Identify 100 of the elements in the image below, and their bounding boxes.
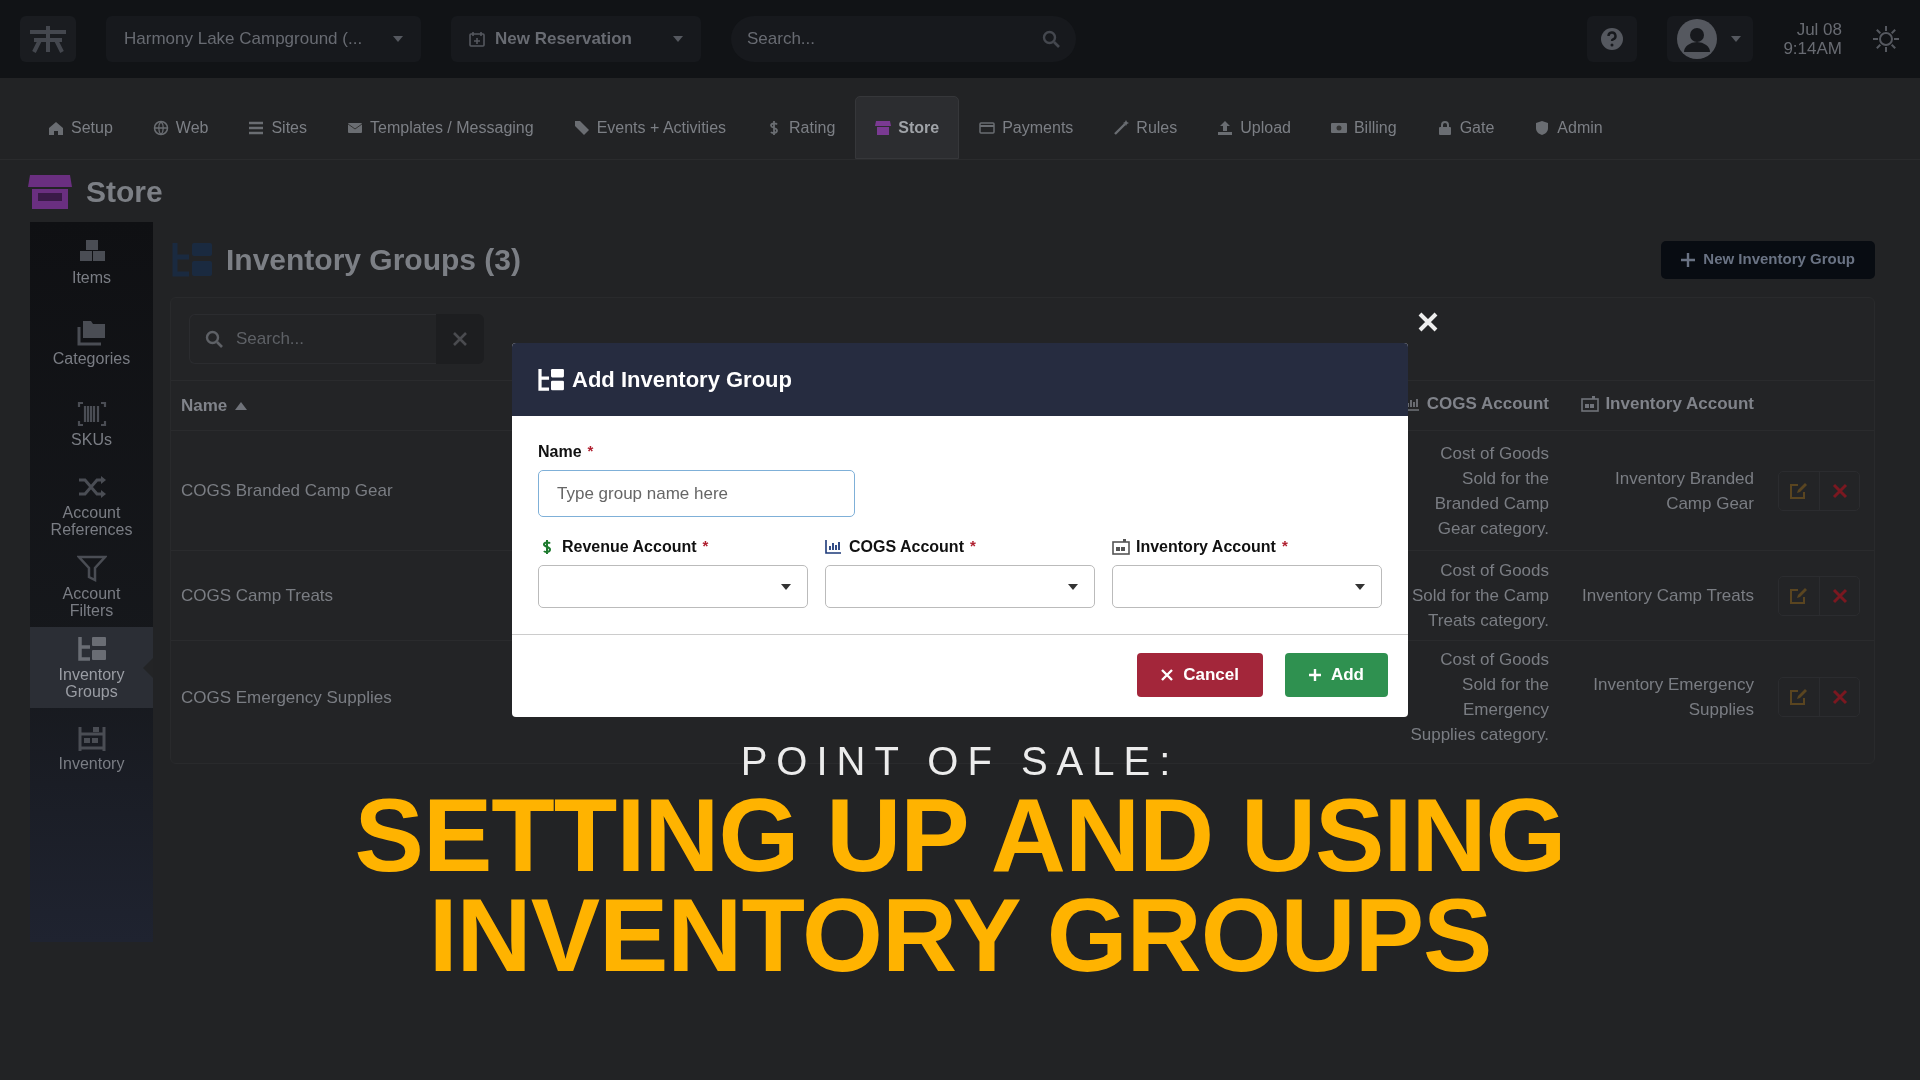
section-title: Inventory Groups (3) [226, 242, 522, 278]
delete-icon [1831, 482, 1848, 499]
tab[interactable]: Web [132, 96, 229, 159]
shield-icon [1534, 119, 1551, 136]
table-cell-text: Cost of Goods Sold for the Branded Camp Gear category. [1433, 442, 1549, 540]
add-button[interactable]: Add [1284, 653, 1388, 697]
search-icon [205, 330, 223, 348]
close-icon [1416, 310, 1440, 334]
table-cell: COGS Camp Treats [181, 586, 334, 605]
column-header[interactable]: Name [181, 392, 248, 419]
calendar-icon [469, 31, 485, 47]
upload-icon [1217, 119, 1234, 136]
hierarchy-icon [172, 242, 212, 277]
name-field[interactable]: Type group name here [538, 470, 855, 517]
cancel-button[interactable]: Cancel [1137, 653, 1263, 697]
globe-icon [152, 119, 169, 136]
home-icon [48, 119, 64, 136]
tab[interactable]: Payments [959, 96, 1094, 159]
tab[interactable]: Upload [1197, 96, 1311, 159]
tab[interactable]: Admin [1514, 96, 1623, 159]
table-cell-text: Inventory Branded Camp Gear [1614, 467, 1754, 515]
shelf-icon [76, 724, 107, 753]
sun-icon[interactable] [1872, 25, 1900, 53]
plus-icon [1681, 252, 1696, 267]
table-cell-text: Inventory Emergency Supplies [1592, 674, 1754, 721]
edit-icon [1789, 688, 1809, 706]
help-button[interactable] [1587, 16, 1638, 62]
delete-icon [1831, 587, 1848, 604]
sidebar-item[interactable]: Account Filters [30, 546, 153, 627]
sidebar-item[interactable]: Items [30, 222, 153, 303]
select-field[interactable] [538, 565, 808, 608]
ticket-icon [573, 119, 590, 136]
tab[interactable]: Templates / Messaging [327, 96, 554, 159]
help-icon [1600, 27, 1625, 51]
caret-icon [393, 36, 403, 42]
tab[interactable]: Store [855, 96, 960, 159]
hierarchy-icon [538, 368, 564, 391]
user-menu[interactable] [1667, 16, 1754, 62]
hierarchy-icon [76, 634, 107, 663]
select-field[interactable] [1112, 565, 1382, 608]
shelf-icon [1112, 539, 1130, 555]
magic-wand-icon [1113, 119, 1130, 136]
folders-icon [76, 319, 107, 348]
caret-icon [1731, 36, 1742, 42]
select-field[interactable] [825, 565, 1095, 608]
time-text: 9:14AM [1783, 39, 1842, 58]
delete-icon [1831, 689, 1848, 705]
tab[interactable]: Rating [746, 96, 856, 159]
field-label: Inventory Account [1136, 537, 1276, 557]
field-label: Name [538, 442, 582, 462]
caret-icon [673, 36, 683, 42]
sidebar-item[interactable]: SKUs [30, 384, 153, 465]
sidebar-item[interactable]: Categories [30, 303, 153, 384]
tab[interactable]: Events + Activities [553, 96, 747, 159]
plus-icon [1308, 669, 1321, 681]
tab[interactable]: Billing [1310, 96, 1417, 159]
new-inventory-group-button[interactable]: New Inventory Group [1661, 240, 1875, 279]
table-cell-text: Inventory Camp Treats [1581, 585, 1754, 607]
sidebar-item[interactable]: Inventory Groups [30, 627, 153, 708]
headline-text: INVENTORY GROUPS [428, 885, 1492, 985]
close-icon [1161, 669, 1174, 681]
date-text: Jul 08 [1795, 20, 1842, 39]
avatar-icon [1677, 19, 1718, 59]
column-header[interactable]: Inventory Account [1581, 391, 1754, 417]
filter-icon [76, 553, 107, 582]
store-icon [875, 119, 892, 136]
modal-title: Add Inventory Group [572, 366, 792, 394]
search-field[interactable]: Search... [731, 16, 1076, 62]
credit-card-icon [979, 119, 996, 136]
clear-button[interactable] [436, 314, 484, 364]
caret-icon [781, 583, 791, 590]
new-reservation-button[interactable]: New Reservation [451, 16, 701, 62]
shelf-icon [1581, 396, 1600, 413]
caret-icon [1068, 583, 1078, 590]
park-selector[interactable]: Harmony Lake Campground (... [106, 16, 421, 62]
table-cell-text: Cost of Goods Sold for the Emergency Supplies category. [1409, 649, 1549, 746]
tab[interactable]: Setup [28, 96, 133, 159]
sidebar-item[interactable]: Inventory [30, 708, 153, 789]
table-cell: COGS Branded Camp Gear [181, 481, 393, 500]
close-button[interactable] [1416, 310, 1440, 334]
sort-icon [235, 401, 248, 410]
list-icon [248, 119, 265, 136]
bar-chart-icon [825, 539, 843, 555]
edit-icon [1789, 481, 1809, 500]
required-mark: * [969, 536, 976, 556]
required-mark: * [702, 536, 709, 556]
required-mark: * [1281, 536, 1288, 556]
logo-icon [20, 16, 76, 62]
sidebar-item[interactable]: Account References [30, 465, 153, 546]
kicker-text: POINT OF SALE: [740, 738, 1180, 785]
required-mark: * [587, 441, 594, 461]
close-icon [453, 332, 467, 346]
tab[interactable]: Sites [228, 96, 327, 159]
table-cell: COGS Emergency Supplies [181, 687, 392, 707]
lock-icon [1436, 119, 1453, 136]
search-field[interactable]: Search... [189, 314, 436, 364]
caret-icon [1355, 583, 1365, 590]
barcode-icon [76, 400, 107, 429]
tab[interactable]: Gate [1416, 96, 1515, 159]
tab[interactable]: Rules [1093, 96, 1198, 159]
